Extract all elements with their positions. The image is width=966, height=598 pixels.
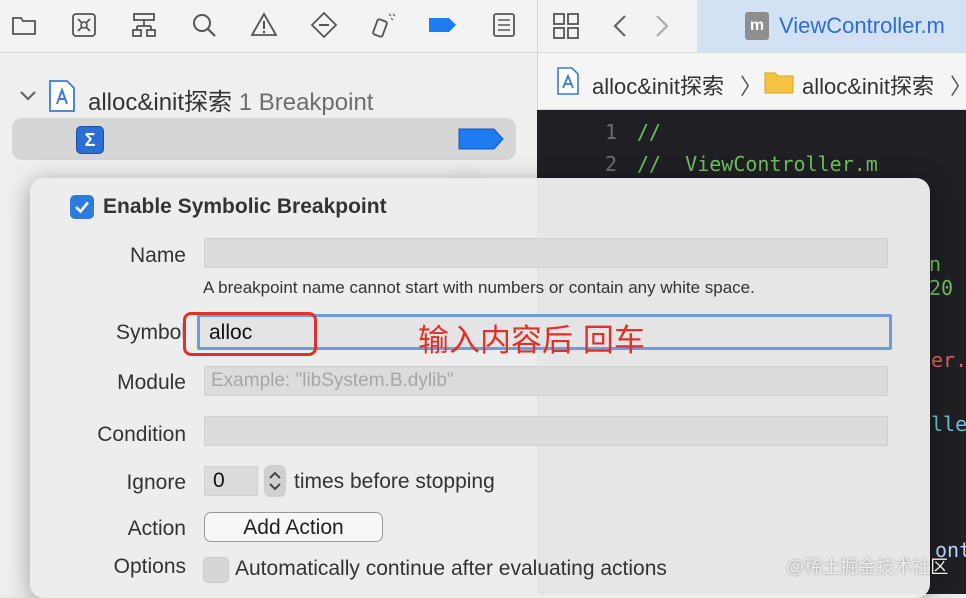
symbol-label: Symbol [115,321,186,344]
tab-label: ViewController.m [779,13,945,38]
breadcrumb-separator: 〉 [950,69,966,101]
debug-icon[interactable] [369,10,399,40]
ignore-stepper[interactable] [264,465,286,497]
code-fragment: er.h [931,348,966,372]
code-fragment: ller [931,412,966,436]
breakpoint-count: 1 Breakpoint [238,89,374,116]
grid-icon[interactable] [552,12,580,40]
project-icon [556,67,580,95]
code-line: // ViewController.m [637,152,878,176]
auto-continue-checkbox[interactable] [203,557,229,583]
breakpoint-row[interactable]: Σ [12,118,516,160]
popover-arrow [448,160,484,179]
add-action-button[interactable]: Add Action [204,512,383,542]
back-icon[interactable] [610,13,630,39]
folder-icon [764,70,794,94]
folder-icon[interactable] [9,10,39,40]
action-label: Action [127,517,186,540]
line-number: 2 [604,152,617,176]
breadcrumb-project[interactable]: alloc&init探索 [592,69,724,101]
enable-checkbox[interactable] [70,195,94,219]
condition-field[interactable] [204,416,888,446]
warning-icon[interactable] [249,10,279,40]
symbolic-breakpoint-icon: Σ [76,126,104,154]
ignore-count-input[interactable]: 0 [204,466,258,496]
group-file-name: alloc&init探索 [88,89,233,116]
enable-label: Enable Symbolic Breakpoint [103,195,387,218]
module-label: Module [117,371,186,394]
breakpoint-marker-icon[interactable] [458,128,504,150]
name-label: Name [129,244,186,267]
breadcrumb-separator: 〉 [740,74,763,99]
search-icon[interactable] [189,10,219,40]
breakpoint-group[interactable]: alloc&init探索 1 Breakpoint [0,74,537,118]
breadcrumb-folder[interactable]: alloc&init探索 [802,69,934,101]
hierarchy-icon[interactable] [129,10,159,40]
breakpoint-editor-popover: Enable Symbolic Breakpoint Name A breakp… [30,178,948,598]
watermark: @稀土掘金技术社区 [786,557,949,577]
ignore-label: Ignore [126,471,186,494]
condition-label: Condition [97,423,186,446]
annotation-highlight-box [183,312,317,356]
line-number: 1 [604,120,617,144]
auto-continue-label: Automatically continue after evaluating … [235,557,667,580]
options-label: Options [113,555,186,578]
breakpoint-group-title: alloc&init探索 1 Breakpoint [88,82,373,117]
module-field[interactable]: Example: "libSystem.B.dylib" [204,366,888,396]
forward-icon[interactable] [652,13,672,39]
chevron-down-icon[interactable] [18,86,38,106]
navigator-toolbar [0,0,537,53]
report-icon[interactable] [489,10,519,40]
objc-file-icon: m [745,12,769,40]
code-line: // [637,120,662,144]
project-icon [48,80,76,112]
test-icon[interactable] [309,10,339,40]
breakpoint-icon[interactable] [427,10,457,40]
annotation-text: 输入内容后 回车 [418,323,645,359]
ignore-suffix: times before stopping [294,470,495,493]
tab-viewcontroller[interactable]: m ViewController.m [697,0,966,52]
jump-bar: alloc&init探索 〉 alloc&init探索 〉 [537,53,966,110]
name-hint: A breakpoint name cannot start with numb… [203,278,755,297]
name-field[interactable] [204,238,888,268]
code-fragment: n 20 [929,252,954,300]
source-control-icon[interactable] [69,10,99,40]
